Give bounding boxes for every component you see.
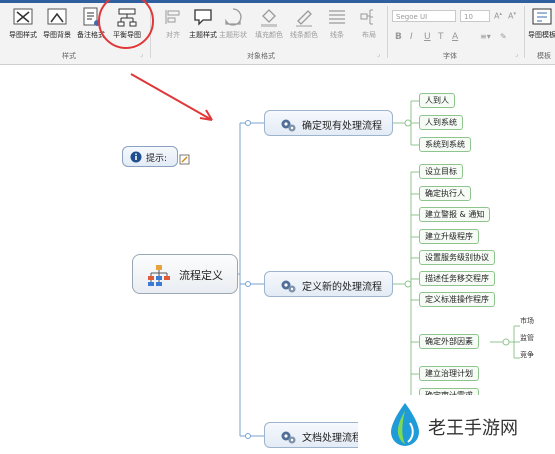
external-factor[interactable]: 市场 [520, 316, 534, 326]
subtopic[interactable]: 设立目标 [419, 164, 463, 179]
note-edit-icon[interactable] [179, 154, 190, 165]
highlight-annotation [98, 0, 154, 49]
org-chart-icon [148, 265, 170, 286]
subtopic[interactable]: 确定外部因素 [419, 334, 479, 349]
root-topic[interactable]: 流程定义 [132, 254, 238, 294]
gears-icon [281, 280, 296, 293]
subtopic[interactable]: 确定执行人 [419, 186, 471, 201]
subtopic[interactable]: 定义标准操作程序 [419, 292, 495, 307]
subtopic[interactable]: 建立升级程序 [419, 229, 479, 244]
tip-label: 提示: [146, 154, 168, 164]
subtopic[interactable]: 人到人 [419, 93, 455, 108]
external-factor[interactable]: 竞争 [520, 350, 534, 360]
watermark: 老王手游网 [358, 395, 555, 454]
subtopic[interactable]: 建立警报 & 通知 [419, 207, 491, 222]
gears-icon [281, 119, 296, 132]
branch-topic-label: 确定现有处理流程 [302, 121, 382, 132]
info-icon [130, 151, 142, 163]
annotation-arrow [130, 73, 213, 121]
external-factor[interactable]: 监管 [520, 333, 534, 343]
subtopic[interactable]: 人到系统 [419, 115, 463, 130]
tip-callout[interactable]: 提示: [122, 146, 178, 167]
branch-topic[interactable]: 确定现有处理流程 [264, 110, 393, 136]
watermark-text: 老王手游网 [428, 418, 518, 439]
branch-topic[interactable]: 定义新的处理流程 [264, 271, 393, 297]
subtopic[interactable]: 设置服务级别协议 [419, 250, 495, 265]
gears-icon [281, 431, 296, 444]
subtopic[interactable]: 描述任务移交程序 [419, 271, 495, 286]
root-topic-label: 流程定义 [179, 269, 223, 282]
subtopic[interactable]: 建立治理计划 [419, 366, 479, 381]
water-drop-logo-icon [391, 403, 419, 446]
branch-topic-label: 定义新的处理流程 [302, 282, 382, 293]
subtopic[interactable]: 系统到系统 [419, 137, 471, 152]
branch-topic-label: 文档处理流程 [302, 433, 362, 444]
highlight-circle [98, 0, 154, 49]
